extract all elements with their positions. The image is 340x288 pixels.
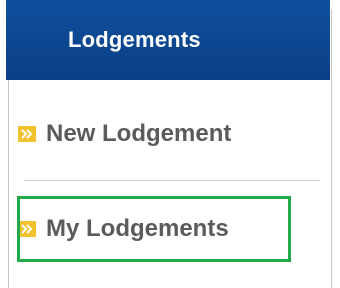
double-chevron-right-icon xyxy=(18,126,36,142)
divider xyxy=(24,180,320,181)
menu-item-new-lodgement[interactable]: New Lodgement xyxy=(18,120,231,148)
panel-header: Lodgements xyxy=(6,0,330,80)
menu-item-label: New Lodgement xyxy=(46,120,232,147)
panel-title: Lodgements xyxy=(68,27,201,52)
highlight-box xyxy=(17,196,291,262)
